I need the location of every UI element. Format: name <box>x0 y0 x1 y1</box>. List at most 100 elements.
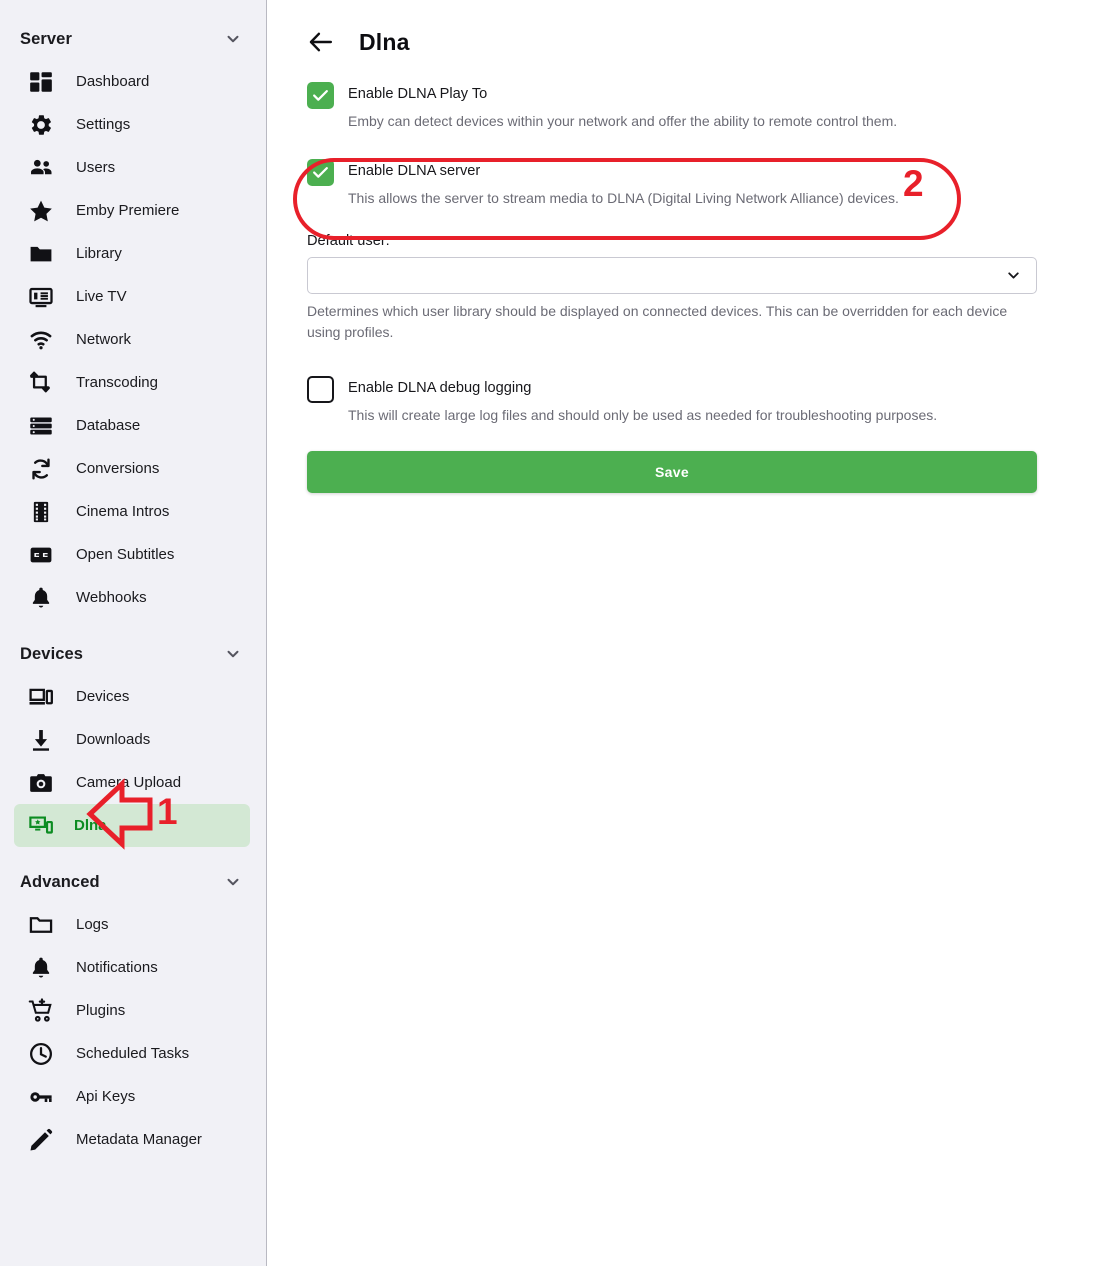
checkmark-icon <box>313 167 328 179</box>
sidebar-item-label: Transcoding <box>76 374 158 391</box>
default-user-field: Default user: Determines which user libr… <box>307 233 1037 343</box>
enable-dlna-debug-logging-checkbox[interactable] <box>307 375 334 403</box>
default-user-select[interactable] <box>307 256 1037 294</box>
dlna-settings-form: Enable DLNA Play To Emby can detect devi… <box>307 78 1037 493</box>
sync-icon <box>28 456 54 482</box>
save-button[interactable]: Save <box>307 450 1037 493</box>
database-icon <box>28 413 54 439</box>
sidebar-item-label: Network <box>76 331 132 348</box>
sidebar-item-label: Api Keys <box>76 1088 136 1105</box>
sidebar-item-plugins[interactable]: Plugins <box>0 989 266 1032</box>
enable-dlna-server-description: This allows the server to stream media t… <box>348 190 899 207</box>
folder-icon <box>28 912 54 938</box>
default-user-label: Default user: <box>307 232 390 249</box>
sidebar-section-header-server[interactable]: Server <box>0 18 266 60</box>
sidebar-item-label: Metadata Manager <box>76 1131 202 1148</box>
camera-icon <box>28 770 54 796</box>
sidebar: Server Dashboard Settings Users Emby Pre… <box>0 0 267 1266</box>
default-user-description: Determines which user library should be … <box>307 302 1008 340</box>
enable-dlna-server-checkbox[interactable] <box>307 159 334 187</box>
dlna-icon <box>28 813 54 839</box>
gear-icon <box>28 112 54 138</box>
bell-icon <box>28 955 54 981</box>
sidebar-section-title: Server <box>20 29 72 48</box>
sidebar-item-label: Plugins <box>76 1002 126 1019</box>
sidebar-item-label: Settings <box>76 116 131 133</box>
sidebar-item-live-tv[interactable]: Live TV <box>0 275 266 318</box>
enable-dlna-debug-logging-description: This will create large log files and sho… <box>348 406 938 423</box>
sidebar-item-label: Dashboard <box>76 73 150 90</box>
enable-dlna-debug-logging-row[interactable]: Enable DLNA debug logging This will crea… <box>307 372 1037 425</box>
wifi-icon <box>28 327 54 353</box>
sidebar-item-library[interactable]: Library <box>0 232 266 275</box>
arrow-left-icon[interactable] <box>307 28 335 56</box>
sidebar-item-devices[interactable]: Devices <box>0 675 266 718</box>
sidebar-item-scheduled-tasks[interactable]: Scheduled Tasks <box>0 1032 266 1075</box>
sidebar-item-emby-premiere[interactable]: Emby Premiere <box>0 189 266 232</box>
sidebar-item-label: Logs <box>76 916 109 933</box>
chevron-down-icon <box>227 35 239 43</box>
sidebar-item-label: Library <box>76 245 122 262</box>
sidebar-item-downloads[interactable]: Downloads <box>0 718 266 761</box>
sidebar-section-header-devices[interactable]: Devices <box>0 633 266 675</box>
sidebar-item-label: Conversions <box>76 460 160 477</box>
live-tv-icon <box>28 284 54 310</box>
devices-icon <box>28 684 54 710</box>
app-window: Server Dashboard Settings Users Emby Pre… <box>0 0 1097 1266</box>
main-content: Dlna Enable DLNA Play To Emby can detect… <box>267 0 1097 1266</box>
sidebar-item-label: Scheduled Tasks <box>76 1045 190 1062</box>
enable-dlna-play-to-row[interactable]: Enable DLNA Play To Emby can detect devi… <box>307 78 1037 131</box>
sidebar-item-label: Open Subtitles <box>76 546 175 563</box>
sidebar-item-api-keys[interactable]: Api Keys <box>0 1075 266 1118</box>
sidebar-item-camera-upload[interactable]: Camera Upload <box>0 761 266 804</box>
clock-icon <box>28 1041 54 1067</box>
dashboard-icon <box>28 69 54 95</box>
enable-dlna-debug-logging-label: Enable DLNA debug logging <box>348 379 532 396</box>
transcode-icon <box>28 370 54 396</box>
pencil-icon <box>28 1127 54 1153</box>
sidebar-item-label: Emby Premiere <box>76 202 180 219</box>
enable-dlna-play-to-label: Enable DLNA Play To <box>348 86 488 102</box>
enable-dlna-play-to-description: Emby can detect devices within your netw… <box>348 113 898 129</box>
film-strip-icon <box>28 499 54 525</box>
sidebar-section-title: Devices <box>20 644 84 663</box>
sidebar-item-label: Database <box>76 417 141 434</box>
sidebar-item-notifications[interactable]: Notifications <box>0 946 266 989</box>
sidebar-item-label: Live TV <box>76 288 127 305</box>
sidebar-item-dlna[interactable]: Dlna <box>14 804 250 847</box>
sidebar-item-metadata-manager[interactable]: Metadata Manager <box>0 1118 266 1161</box>
star-icon <box>28 198 54 224</box>
chevron-down-icon <box>227 650 239 658</box>
closed-caption-icon <box>28 542 54 568</box>
enable-dlna-play-to-checkbox[interactable] <box>307 82 334 109</box>
sidebar-item-label: Dlna <box>74 817 107 834</box>
sidebar-item-label: Cinema Intros <box>76 503 170 520</box>
sidebar-item-open-subtitles[interactable]: Open Subtitles <box>0 533 266 576</box>
sidebar-item-settings[interactable]: Settings <box>0 103 266 146</box>
enable-dlna-server-row[interactable]: Enable DLNA server This allows the serve… <box>307 155 1037 208</box>
chevron-down-icon <box>1008 272 1019 279</box>
sidebar-item-logs[interactable]: Logs <box>0 903 266 946</box>
sidebar-item-webhooks[interactable]: Webhooks <box>0 576 266 619</box>
sidebar-section-title: Advanced <box>20 872 100 891</box>
page-title: Dlna <box>359 28 410 55</box>
sidebar-item-conversions[interactable]: Conversions <box>0 447 266 490</box>
plugin-cart-icon <box>28 997 54 1024</box>
sidebar-item-label: Downloads <box>76 731 151 748</box>
download-icon <box>28 727 54 753</box>
sidebar-item-database[interactable]: Database <box>0 404 266 447</box>
sidebar-item-users[interactable]: Users <box>0 146 266 189</box>
checkmark-icon <box>313 90 328 101</box>
sidebar-item-transcoding[interactable]: Transcoding <box>0 361 266 404</box>
sidebar-item-label: Devices <box>76 688 130 705</box>
sidebar-item-network[interactable]: Network <box>0 318 266 361</box>
sidebar-item-cinema-intros[interactable]: Cinema Intros <box>0 490 266 533</box>
page-header: Dlna <box>307 0 1097 78</box>
sidebar-section-header-advanced[interactable]: Advanced <box>0 861 266 903</box>
enable-dlna-server-label: Enable DLNA server <box>348 163 481 180</box>
sidebar-item-label: Camera Upload <box>76 774 182 791</box>
bell-icon <box>28 585 54 611</box>
chevron-down-icon <box>227 878 239 886</box>
sidebar-item-label: Webhooks <box>76 589 147 606</box>
sidebar-item-dashboard[interactable]: Dashboard <box>0 60 266 103</box>
